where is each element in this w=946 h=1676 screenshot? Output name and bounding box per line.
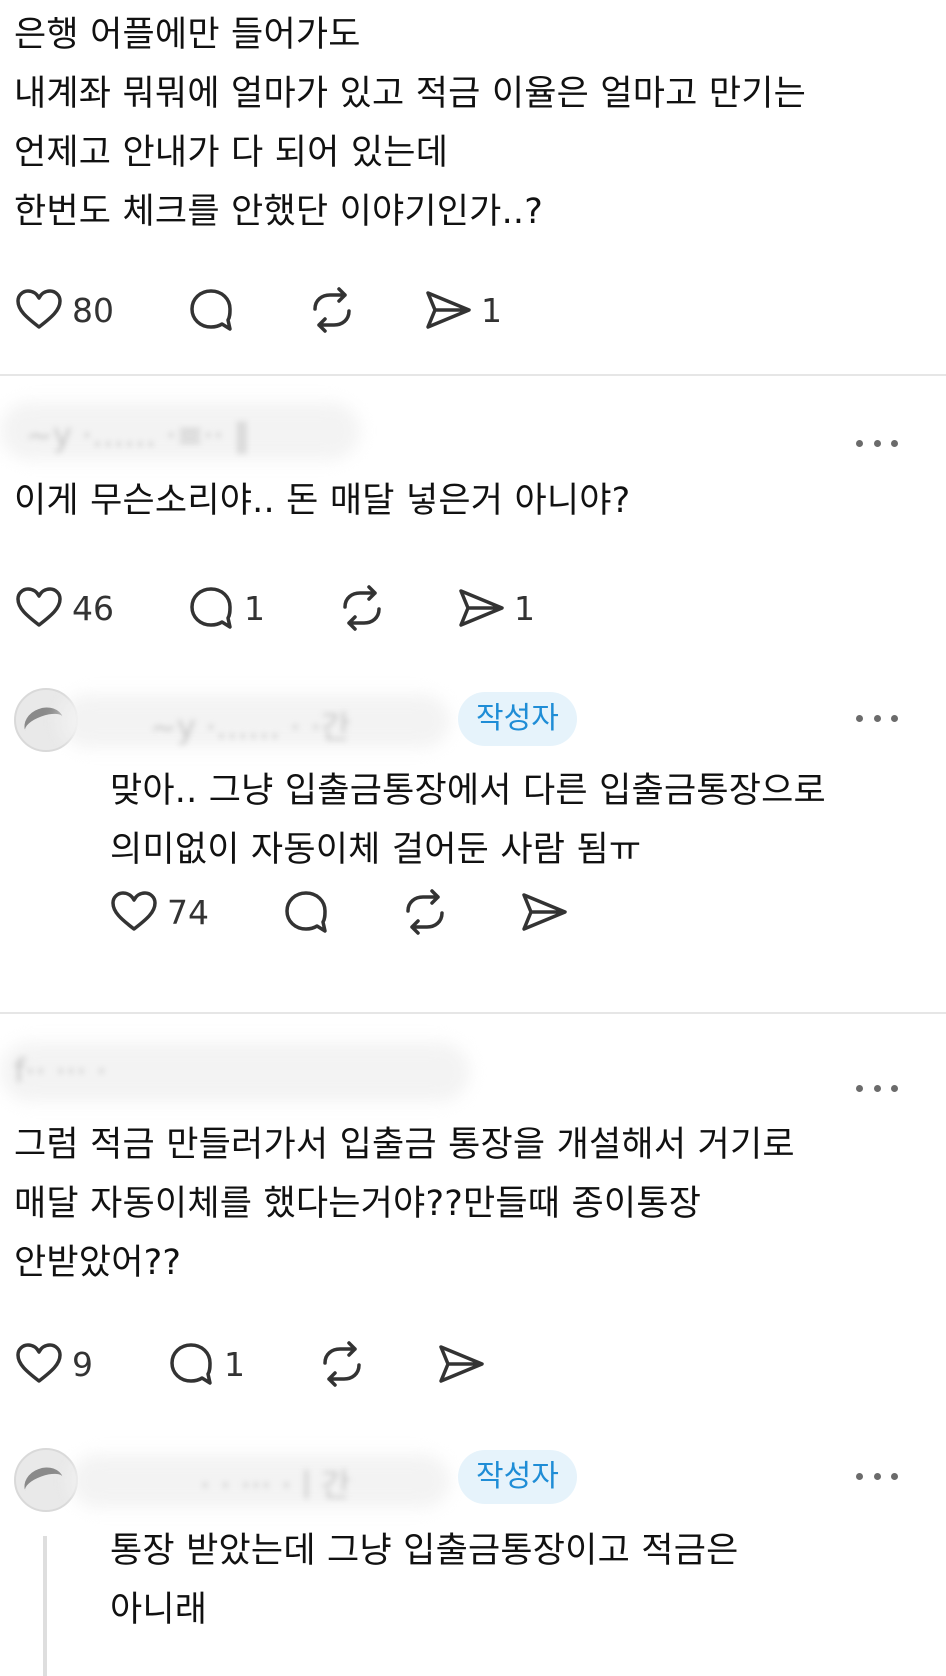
text-line: 맞아.. 그냥 입출금통장에서 다른 입출금통장으로 xyxy=(110,771,826,811)
share-button[interactable] xyxy=(436,1338,486,1390)
send-icon xyxy=(426,291,471,329)
more-options-button[interactable] xyxy=(856,1466,898,1486)
like-count: 80 xyxy=(72,290,114,330)
action-bar: 9 1 xyxy=(0,1338,946,1390)
comment-button[interactable]: 1 xyxy=(186,582,265,634)
text-line: 한번도 체크를 안했단 이야기인가..? xyxy=(14,192,544,232)
comment-count: 1 xyxy=(224,1344,245,1384)
repost-button[interactable] xyxy=(307,284,357,336)
comment-button[interactable]: 1 xyxy=(166,1338,245,1390)
share-button[interactable]: 1 xyxy=(456,582,535,634)
obscured-username-text: ~y ·…… · ·간 xyxy=(150,708,351,746)
comment-bubble-icon xyxy=(285,891,327,933)
obscured-username-text: · · ··· ·ㅣ간 xyxy=(200,1466,351,1504)
divider xyxy=(0,1012,946,1014)
dot xyxy=(873,439,881,447)
comment-button[interactable] xyxy=(186,284,244,336)
like-count: 46 xyxy=(72,588,114,628)
text-line: 내계좌 뭐뭐에 얼마가 있고 적금 이율은 얼마고 만기는 xyxy=(14,74,807,114)
heart-icon xyxy=(16,587,62,627)
dot xyxy=(891,1472,898,1480)
more-options-button[interactable] xyxy=(856,708,898,728)
text-line: 언제고 안내가 다 되어 있는데 xyxy=(14,133,449,173)
send-icon xyxy=(522,893,567,931)
share-count: 1 xyxy=(481,290,502,330)
send-icon xyxy=(459,589,504,627)
like-count: 74 xyxy=(167,892,209,932)
dot xyxy=(856,1472,863,1480)
dot xyxy=(873,714,881,722)
text-line: 매달 자동이체를 했다는거야??만들때 종이통장 xyxy=(14,1184,702,1224)
comment-button[interactable] xyxy=(281,886,331,938)
dot xyxy=(856,714,863,722)
text-line: 그럼 적금 만들러가서 입출금 통장을 개설해서 거기로 xyxy=(14,1125,795,1165)
send-icon xyxy=(439,1345,484,1383)
comment-bubble-icon xyxy=(190,289,232,331)
text-line: 통장 받았는데 그냥 입출금통장이고 적금은 xyxy=(110,1531,739,1571)
heart-icon xyxy=(16,1343,62,1383)
repost-icon xyxy=(313,287,351,333)
post-text: 이게 무슨소리야.. 돈 매달 넣은거 아니야? xyxy=(14,472,630,531)
text-line: 이게 무슨소리야.. 돈 매달 넣은거 아니야? xyxy=(14,481,631,521)
dot xyxy=(856,1084,863,1092)
repost-button[interactable] xyxy=(317,1338,367,1390)
action-bar: 74 xyxy=(0,886,946,938)
share-button[interactable] xyxy=(519,886,569,938)
divider xyxy=(0,374,946,376)
dot xyxy=(891,439,898,447)
repost-icon xyxy=(323,1341,361,1387)
dot xyxy=(873,1472,881,1480)
post-text: 그럼 적금 만들러가서 입출금 통장을 개설해서 거기로 매달 자동이체를 했다… xyxy=(14,1116,795,1293)
more-options-button[interactable] xyxy=(856,1078,898,1098)
like-button[interactable]: 80 xyxy=(14,284,114,336)
dot xyxy=(873,1084,881,1092)
author-badge: 작성자 xyxy=(458,692,577,746)
like-button[interactable]: 46 xyxy=(14,582,114,634)
post-text: 맞아.. 그냥 입출금통장에서 다른 입출금통장으로 의미없이 자동이체 걸어둔… xyxy=(110,762,826,880)
heart-icon xyxy=(16,289,62,329)
heart-icon xyxy=(111,891,157,931)
avatar[interactable] xyxy=(14,1448,78,1512)
comment-bubble-icon xyxy=(190,587,232,629)
repost-icon xyxy=(343,585,381,631)
share-button[interactable]: 1 xyxy=(423,284,502,336)
text-line: 안받았어?? xyxy=(14,1243,182,1283)
dot xyxy=(891,1084,898,1092)
text-line: 은행 어플에만 들어가도 xyxy=(14,15,361,55)
post-text: 통장 받았는데 그냥 입출금통장이고 적금은 아니래 xyxy=(110,1522,739,1640)
share-count: 1 xyxy=(514,588,535,628)
repost-button[interactable] xyxy=(400,886,450,938)
author-badge: 작성자 xyxy=(458,1450,577,1504)
more-options-button[interactable] xyxy=(856,433,898,453)
dot xyxy=(891,714,898,722)
like-button[interactable]: 74 xyxy=(109,886,209,938)
text-line: 아니래 xyxy=(110,1590,208,1630)
text-line: 의미없이 자동이체 걸어둔 사람 됨ㅠ xyxy=(110,830,642,870)
thread-line xyxy=(43,1536,47,1676)
repost-button[interactable] xyxy=(337,582,387,634)
like-button[interactable]: 9 xyxy=(14,1338,93,1390)
repost-icon xyxy=(406,889,444,935)
comment-bubble-icon xyxy=(170,1343,212,1385)
comment-count: 1 xyxy=(244,588,265,628)
post-text: 은행 어플에만 들어가도 내계좌 뭐뭐에 얼마가 있고 적금 이율은 얼마고 만… xyxy=(14,6,806,242)
obscured-username-text: ~y ·…… ·≡·· ‖ xyxy=(26,416,250,454)
like-count: 9 xyxy=(72,1344,93,1384)
obscured-username-text: f·· ··· · xyxy=(14,1052,107,1090)
action-bar: 80 1 xyxy=(0,284,946,336)
action-bar: 46 1 1 xyxy=(0,582,946,634)
dot xyxy=(856,439,863,447)
